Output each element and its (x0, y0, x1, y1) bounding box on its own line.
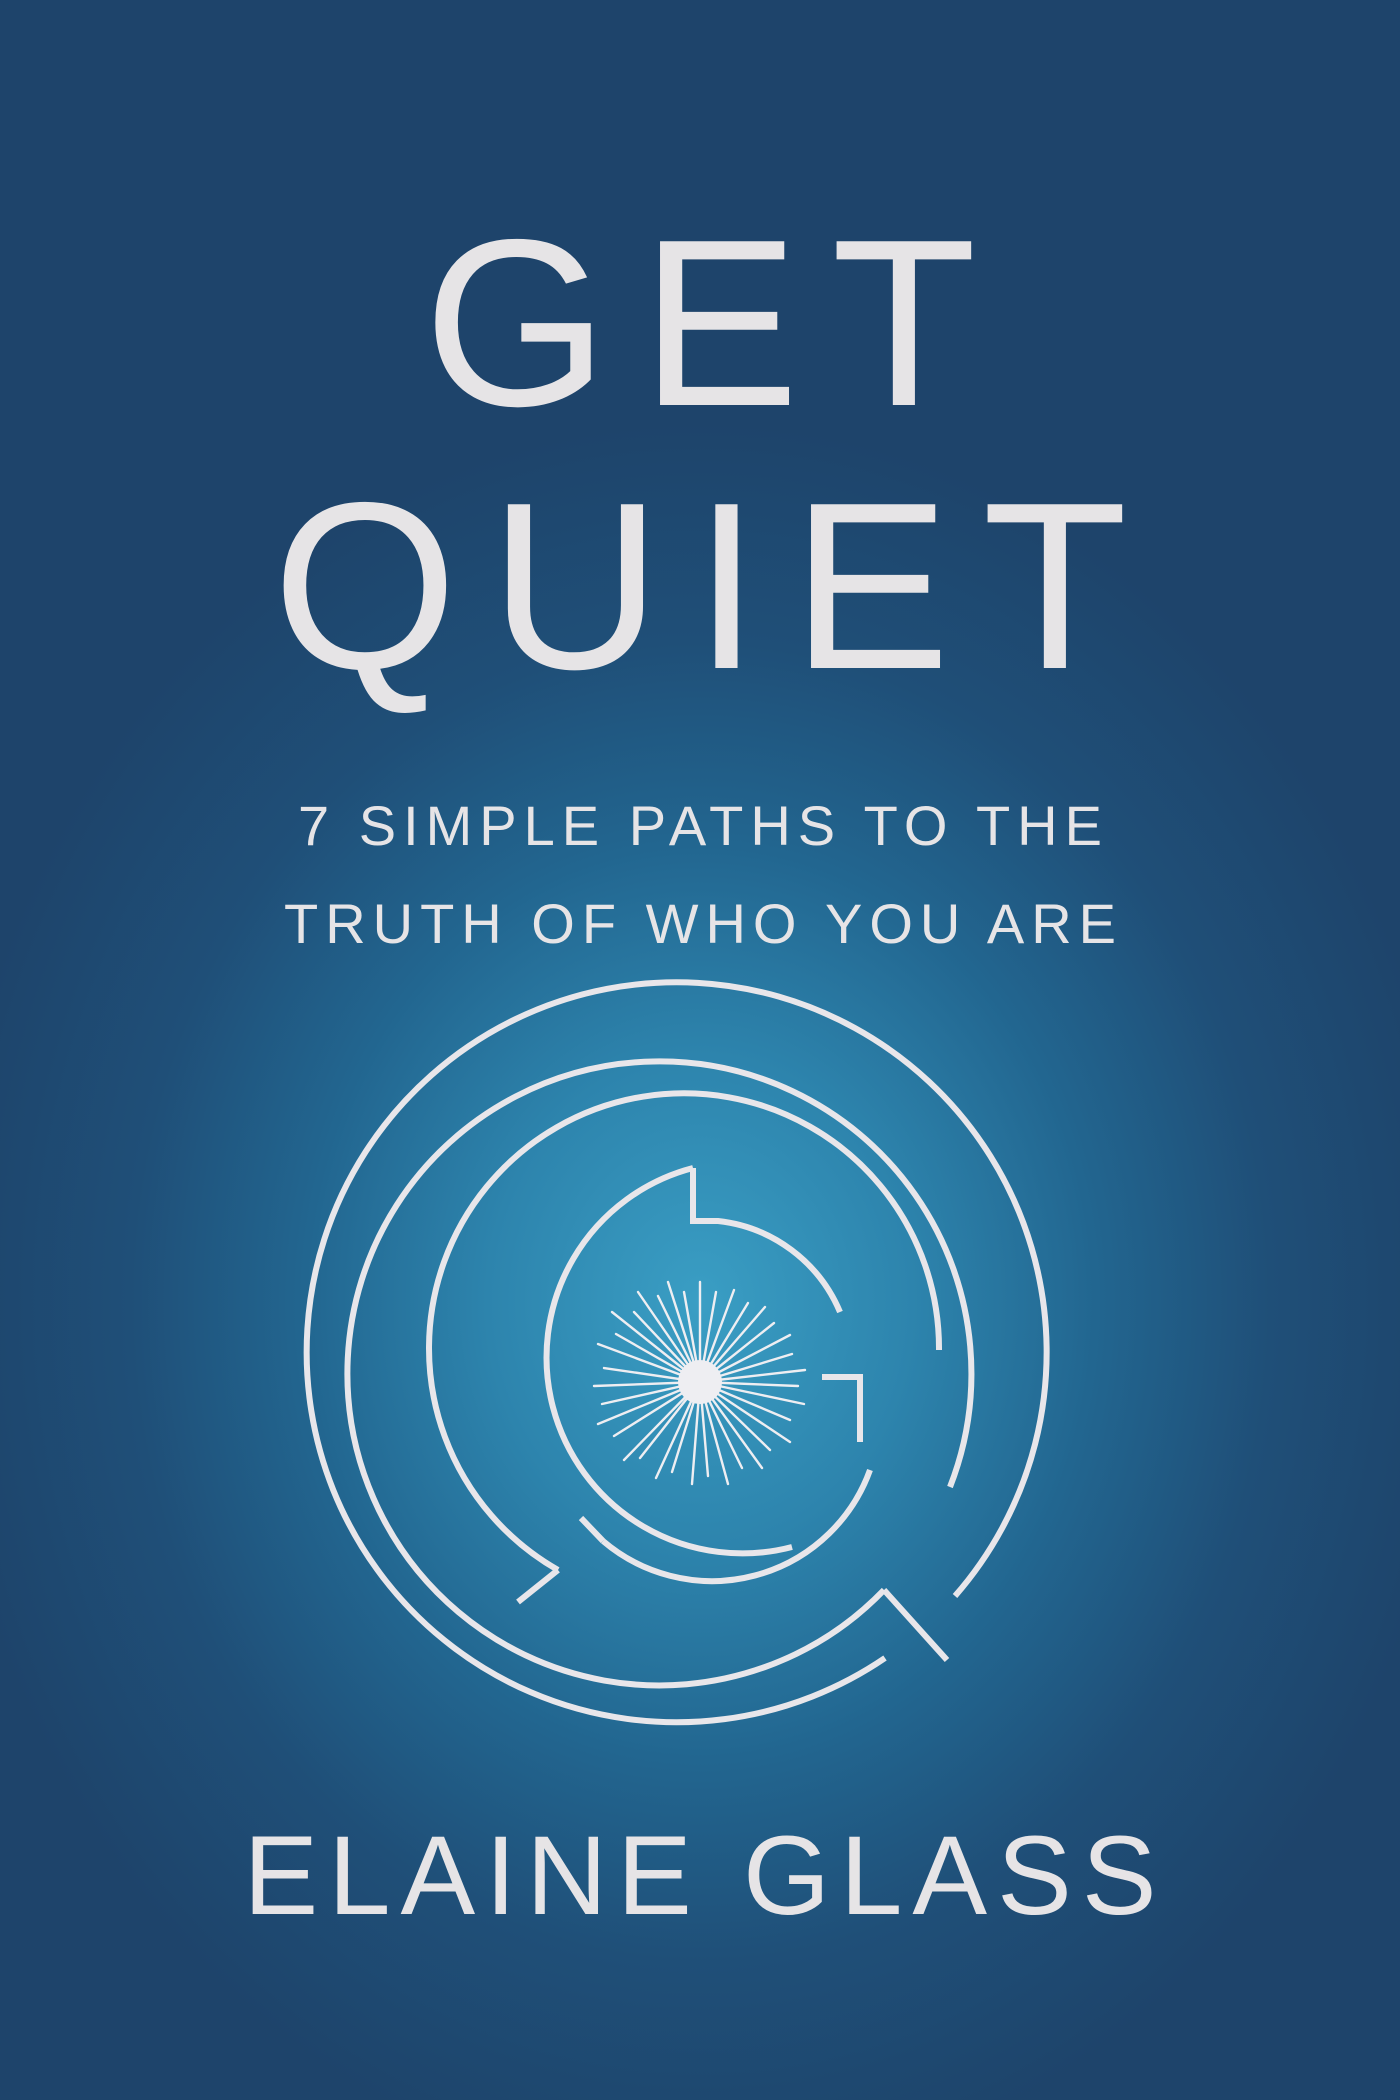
book-cover: GET QUIET 7 SIMPLE PATHS TO THE TRUTH OF… (0, 0, 1400, 2100)
author-name: ELAINE GLASS (243, 1813, 1167, 1938)
labyrinth-ring-2 (344, 1058, 975, 1689)
labyrinth-notch (690, 1168, 843, 1314)
labyrinth-ring-4 (543, 1165, 793, 1557)
sun-core (678, 1360, 722, 1404)
labyrinth-connector (516, 1567, 560, 1605)
labyrinth-g-bar (822, 1374, 863, 1442)
labyrinth-g-icon (303, 979, 1050, 1726)
labyrinth-tail (881, 1587, 950, 1663)
labyrinth-inner-link (578, 1515, 606, 1544)
